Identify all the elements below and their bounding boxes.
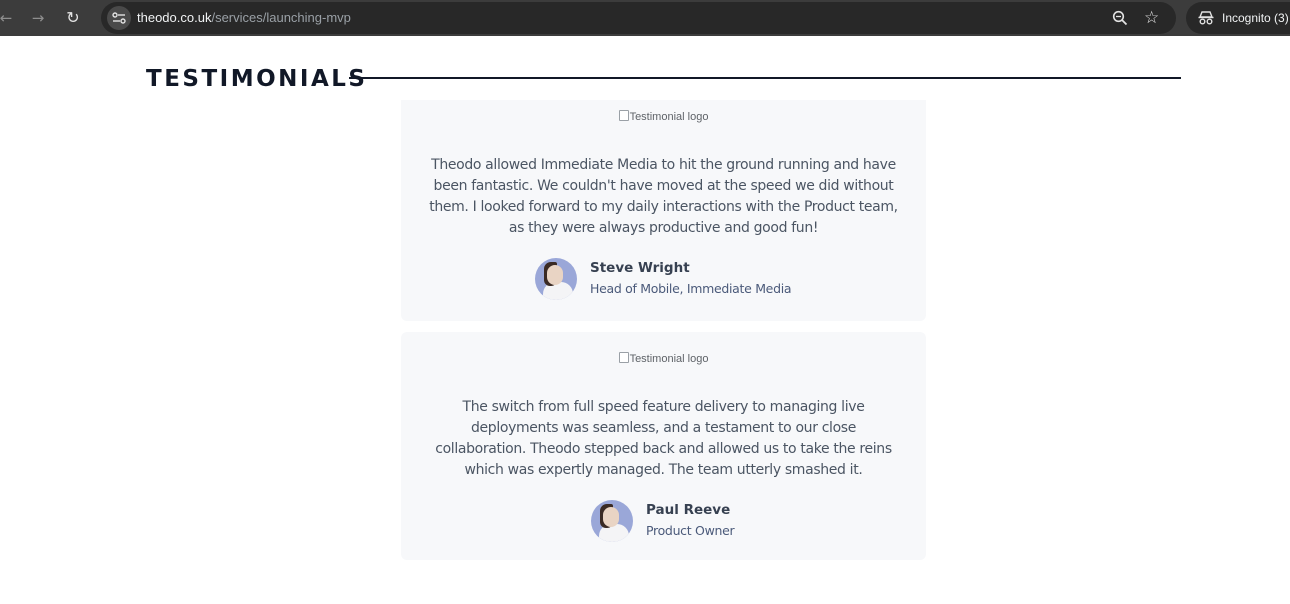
url-text[interactable]: theodo.co.uk/services/launching-mvp <box>137 2 351 34</box>
incognito-icon <box>1198 11 1214 25</box>
logo-alt-text: Testimonial logo <box>629 111 709 123</box>
reload-icon[interactable]: ↻ <box>61 0 85 36</box>
testimonial-card: Testimonial logo The switch from full sp… <box>401 332 926 560</box>
author-role: Product Owner <box>646 523 735 538</box>
author-name: Paul Reeve <box>646 502 731 518</box>
star-icon[interactable]: ☆ <box>1144 9 1159 27</box>
avatar <box>535 258 577 300</box>
site-info-icon[interactable] <box>107 6 131 30</box>
avatar <box>591 500 633 542</box>
author-name: Steve Wright <box>590 260 690 276</box>
title-divider <box>349 77 1181 79</box>
broken-image-icon <box>618 110 629 121</box>
testimonial-logo: Testimonial logo <box>401 352 926 365</box>
page-content: TESTIMONIALS Testimonial logo Theodo all… <box>0 42 1290 604</box>
section-title: TESTIMONIALS <box>146 66 368 92</box>
browser-toolbar: ← → ↻ theodo.co.uk/services/launching-mv… <box>0 0 1290 36</box>
testimonial-logo: Testimonial logo <box>401 110 926 123</box>
zoom-icon[interactable] <box>1112 10 1128 30</box>
url-path: /services/launching-mvp <box>211 10 351 25</box>
author-role: Head of Mobile, Immediate Media <box>590 281 792 296</box>
address-bar[interactable]: theodo.co.uk/services/launching-mvp ☆ <box>101 2 1176 34</box>
url-host: theodo.co.uk <box>137 10 212 25</box>
incognito-label: Incognito (3) <box>1222 11 1289 25</box>
back-arrow-icon[interactable]: ← <box>0 0 18 36</box>
testimonial-quote: Theodo allowed Immediate Media to hit th… <box>429 157 898 236</box>
broken-image-icon <box>618 352 629 363</box>
testimonial-quote: The switch from full speed feature deliv… <box>435 399 892 478</box>
testimonial-card: Testimonial logo Theodo allowed Immediat… <box>401 100 926 321</box>
forward-arrow-icon[interactable]: → <box>26 0 50 36</box>
logo-alt-text: Testimonial logo <box>629 353 709 365</box>
incognito-button[interactable]: Incognito (3) <box>1186 2 1290 34</box>
